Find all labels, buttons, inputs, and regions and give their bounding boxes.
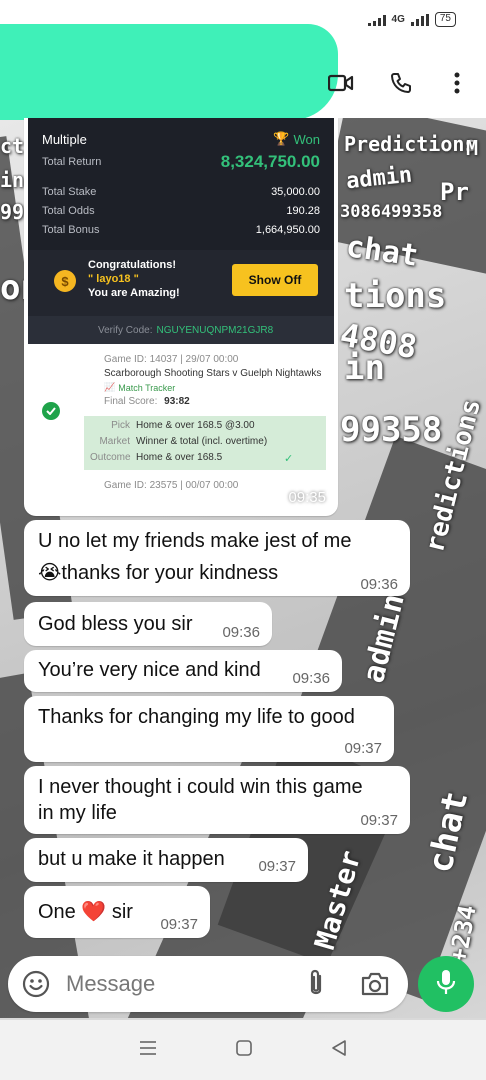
wallpaper-text: 99358 — [340, 410, 443, 450]
video-call-icon[interactable] — [324, 66, 358, 100]
wallpaper-text: 3086499358 — [340, 202, 443, 222]
check-circle-icon — [42, 402, 60, 420]
game-id: Game ID: 14037 | 29/07 00:00 — [104, 354, 239, 365]
message-bubble[interactable]: Thanks for changing my life to good 09:3… — [24, 696, 394, 762]
message-bubble[interactable]: One ❤️ sir 09:37 — [24, 886, 210, 938]
message-text: God bless you sir — [38, 613, 193, 635]
home-icon[interactable] — [235, 1039, 253, 1062]
message-input[interactable]: Message — [66, 971, 155, 997]
message-time: 09:37 — [160, 916, 198, 933]
message-time: 09:37 — [360, 812, 398, 829]
message-time: 09:37 — [344, 740, 382, 757]
message-bubble[interactable]: but u make it happen 09:37 — [24, 838, 308, 882]
congrats-username: " layo18 " — [88, 273, 139, 285]
wallpaper-text: in — [0, 168, 25, 192]
outcome-value: Home & over 168.5 — [136, 452, 223, 463]
message-bubble[interactable]: U no let my friends make jest of me 😭tha… — [24, 520, 410, 596]
congrats-title: Congratulations! — [88, 259, 176, 271]
game-teams: Scarborough Shooting Stars v Guelph Nigh… — [104, 368, 322, 379]
total-odds-label: Total Odds — [42, 205, 95, 217]
pick-value: Home & over 168.5 @3.00 — [136, 420, 255, 431]
total-odds-value: 190.28 — [286, 205, 320, 217]
camera-icon[interactable] — [360, 970, 390, 1003]
redaction-blob — [0, 24, 338, 120]
pick-box: Pick Home & over 168.5 @3.00 Market Winner… — [84, 416, 326, 470]
final-score-label: Final Score: — [104, 396, 158, 407]
show-off-button: Show Off — [232, 264, 318, 296]
wallpaper-text: in — [344, 348, 385, 388]
wallpaper-text: tions — [344, 276, 447, 316]
total-stake-value: 35,000.00 — [271, 186, 320, 198]
message-bubble[interactable]: God bless you sir 09:36 — [24, 602, 272, 646]
message-time: 09:36 — [360, 576, 398, 593]
more-vert-icon[interactable] — [440, 66, 474, 100]
message-time: 09:36 — [292, 670, 330, 687]
phone-icon[interactable] — [384, 66, 418, 100]
check-icon: ✓ — [284, 453, 294, 465]
message-bubble[interactable]: I never thought i could win this game in… — [24, 766, 410, 834]
back-icon[interactable] — [331, 1039, 347, 1062]
message-text: U no let my friends make jest of me — [38, 530, 352, 552]
bet-status: Won — [293, 131, 321, 147]
signal-icon — [410, 13, 429, 26]
congrats-subtitle: You are Amazing! — [88, 287, 180, 299]
trophy-icon: 🏆 — [273, 131, 290, 146]
message-text: 😭thanks for your kindness — [38, 562, 279, 584]
total-bonus-value: 1,664,950.00 — [255, 224, 320, 236]
pick-label: Pick — [111, 420, 130, 431]
total-return-value: 8,324,750.00 — [220, 152, 320, 171]
verify-code-row: Verify Code: NGUYENUQNPM21GJR8 — [28, 316, 334, 344]
battery-indicator: 75 — [434, 12, 456, 27]
total-return-label: Total Return — [42, 156, 102, 168]
signal-icon — [367, 14, 386, 26]
total-stake-label: Total Stake — [42, 186, 97, 198]
message-text: You’re very nice and kind — [38, 659, 261, 681]
image-message[interactable]: Multiple 🏆 Won Total Return 8,324,750.00… — [24, 118, 338, 516]
message-text: but u make it happen — [38, 848, 225, 870]
market-value: Winner & total (incl. overtime) — [136, 436, 268, 447]
emoji-icon[interactable] — [22, 970, 50, 1003]
message-text: in my life — [38, 802, 117, 824]
chat-header — [0, 24, 486, 120]
system-nav-bar — [0, 1020, 486, 1080]
mic-button[interactable] — [418, 956, 474, 1012]
wallpaper-text: 99 — [0, 200, 25, 224]
message-text: One ❤️ sir — [38, 901, 133, 923]
game-details: Game ID: 14037 | 29/07 00:00 Scarborough… — [28, 344, 334, 494]
chart-icon: 📈 — [104, 382, 116, 392]
message-time: 09:36 — [222, 624, 260, 641]
message-time: 09:37 — [258, 858, 296, 875]
message-text: I never thought i could win this game — [38, 776, 363, 798]
market-label: Market — [99, 436, 130, 447]
verify-label: Verify Code: — [98, 324, 153, 336]
message-time: 09:35 — [288, 489, 326, 506]
match-tracker-link: Match Tracker — [118, 382, 176, 393]
wallpaper-text: M — [466, 136, 479, 160]
wallpaper-text: Pr — [440, 178, 469, 206]
network-type: 4G — [391, 14, 405, 25]
menu-icon[interactable] — [139, 1040, 157, 1061]
mic-icon — [435, 968, 457, 1001]
coin-icon: $ — [54, 270, 76, 292]
total-bonus-label: Total Bonus — [42, 224, 100, 236]
outcome-label: Outcome — [90, 452, 131, 463]
final-score: 93:82 — [164, 396, 190, 407]
message-text: Thanks for changing my life to good — [38, 706, 355, 728]
message-bubble[interactable]: You’re very nice and kind 09:36 — [24, 650, 342, 692]
wallpaper-text: Predictions — [344, 132, 477, 156]
message-composer: Message — [8, 956, 408, 1012]
bet-type: Multiple — [42, 132, 87, 147]
verify-code: NGUYENUQNPM21GJR8 — [156, 324, 274, 336]
attach-icon[interactable] — [304, 968, 328, 1005]
next-game-id: Game ID: 23575 | 00/07 00:00 — [104, 480, 239, 491]
